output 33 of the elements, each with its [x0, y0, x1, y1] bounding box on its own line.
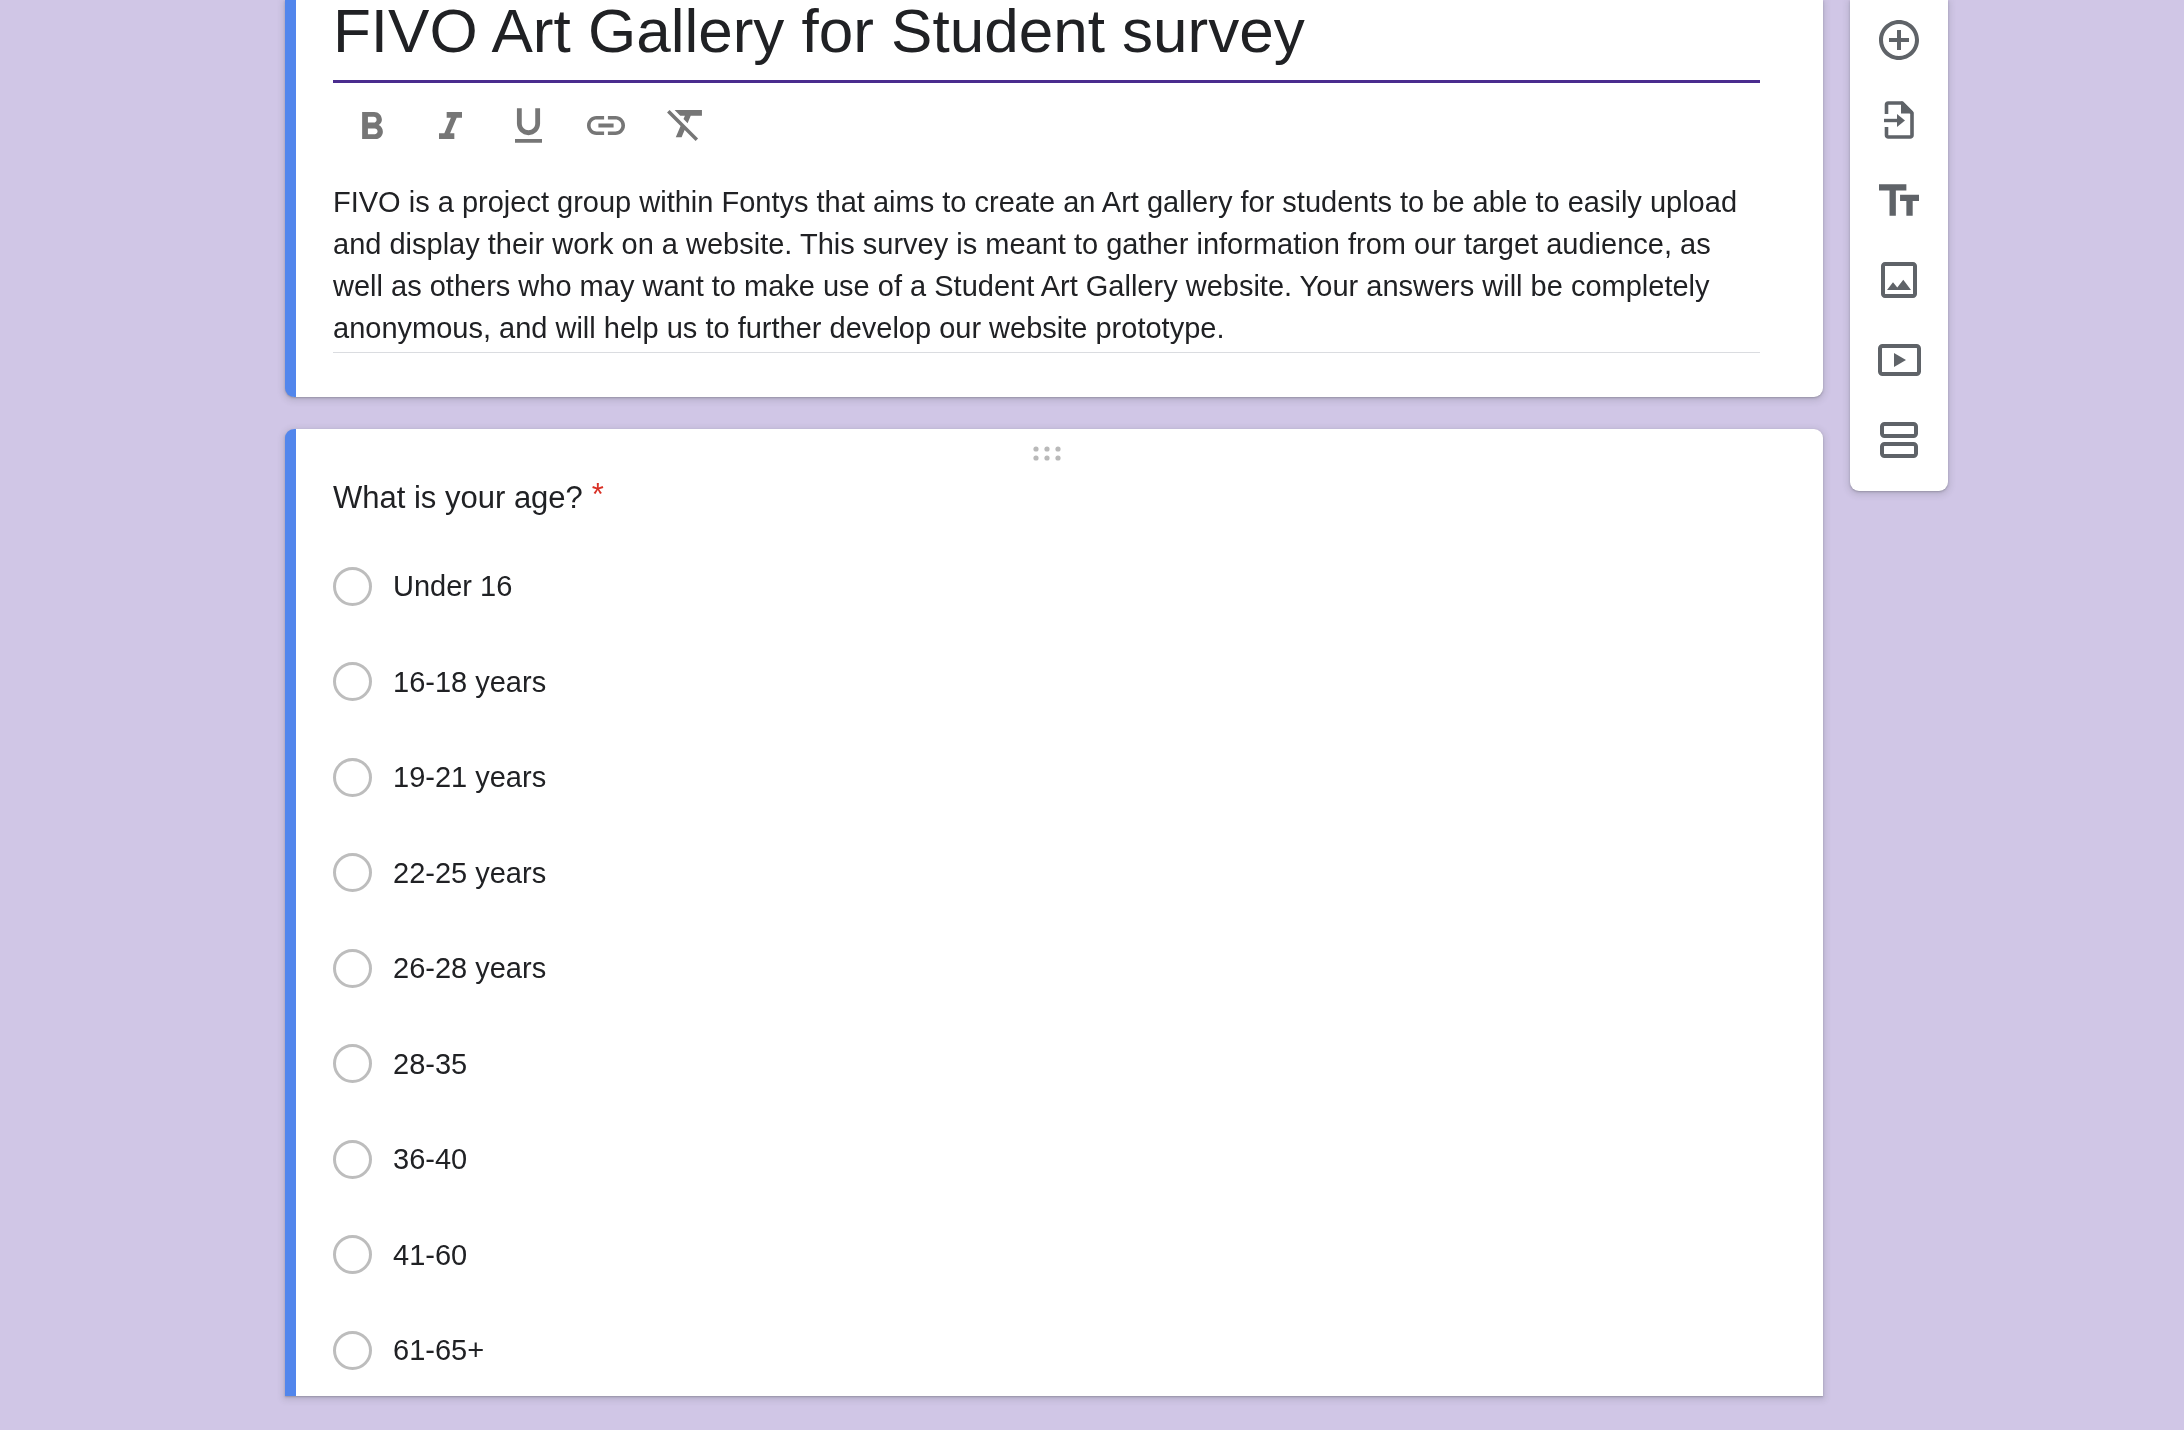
drag-handle-icon[interactable]: [1032, 446, 1061, 461]
radio-button[interactable]: [333, 757, 372, 797]
option-label: 22-25 years: [393, 855, 547, 891]
radio-button[interactable]: [333, 1139, 372, 1179]
text-size-icon: [1879, 184, 1919, 216]
option-label: 19-21 years: [393, 760, 547, 795]
underline-icon: [514, 107, 542, 143]
required-asterisk: *: [591, 478, 604, 512]
option-label: 28-35: [393, 1046, 468, 1082]
link-icon: [587, 115, 625, 135]
description-field[interactable]: FIVO is a project group within Fontys that aims to create an Art gallery for students to be able to easily upload and display their work on a website. This survey is meant to gather information from our target audience, as well as others who may want to make use of a Student Art Gallery website. Your answers will be completely anonymous, and will help us to further develop our website prototype.: [333, 181, 1760, 353]
title-field[interactable]: FIVO Art Gallery for Student survey: [333, 0, 1760, 83]
radio-button[interactable]: [333, 948, 372, 988]
image-icon: [1881, 262, 1917, 298]
question-title: What is your age?: [333, 479, 583, 517]
option-label: Under 16: [393, 569, 513, 604]
option-label: 61-65+: [393, 1333, 485, 1368]
option-label: 36-40: [393, 1142, 468, 1177]
radio-button[interactable]: [333, 662, 372, 701]
option-label: 16-18 years: [393, 664, 547, 700]
clear-formatting-icon: [666, 109, 702, 141]
stacked-rectangles-icon: [1880, 422, 1918, 458]
radio-button[interactable]: [333, 1044, 372, 1083]
radio-button[interactable]: [333, 566, 372, 606]
option-label: 26-28 years: [393, 951, 547, 986]
file-arrow-icon: [1883, 100, 1915, 140]
italic-icon: [438, 111, 462, 139]
video-play-icon: [1877, 344, 1921, 376]
bold-icon: [361, 111, 383, 139]
option-label: 41-60: [393, 1237, 468, 1273]
radio-button[interactable]: [333, 1330, 372, 1370]
radio-button[interactable]: [333, 853, 372, 892]
radio-button[interactable]: [333, 1235, 372, 1274]
